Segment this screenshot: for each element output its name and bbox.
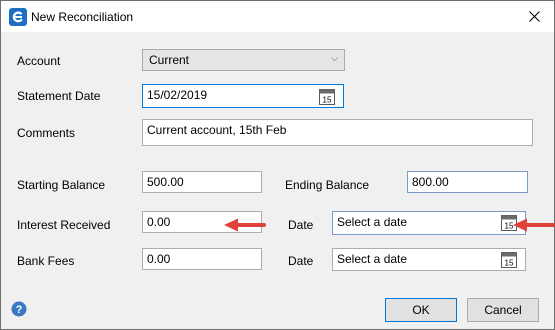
account-dropdown[interactable]: Current ⌵	[142, 49, 345, 71]
interest-date-label: Date	[288, 218, 314, 232]
comments-label: Comments	[17, 126, 76, 140]
close-icon	[528, 10, 540, 22]
comments-value: Current account, 15th Feb	[147, 123, 287, 137]
ending-balance-input[interactable]: 800.00	[407, 171, 528, 193]
svg-text:?: ?	[16, 304, 23, 316]
dialog-window: New Reconciliation Account Current ⌵ Sta…	[0, 0, 555, 330]
cancel-button[interactable]: Cancel	[467, 298, 539, 322]
comments-input[interactable]: Current account, 15th Feb	[142, 119, 533, 146]
close-button[interactable]	[521, 5, 547, 27]
app-logo-icon	[9, 8, 27, 26]
annotation-arrow-left-icon	[513, 218, 555, 232]
starting-balance-label: Starting Balance	[17, 178, 106, 192]
window-title: New Reconciliation	[31, 10, 134, 24]
starting-balance-input[interactable]: 500.00	[142, 171, 262, 193]
ending-balance-value: 800.00	[412, 175, 449, 189]
ok-button[interactable]: OK	[385, 298, 457, 322]
help-icon: ?	[11, 301, 27, 317]
annotation-arrow-left-icon	[224, 218, 266, 232]
title-bar: New Reconciliation	[1, 1, 554, 32]
svg-text:15: 15	[323, 96, 332, 105]
dialog-body: Account Current ⌵ Statement Date 15/02/2…	[1, 32, 555, 329]
statement-date-value: 15/02/2019	[147, 88, 208, 102]
statement-date-input[interactable]: 15/02/2019	[142, 84, 344, 108]
fees-date-input[interactable]: Select a date	[332, 248, 526, 271]
help-button[interactable]: ?	[11, 301, 27, 317]
chevron-down-icon: ⌵	[331, 53, 338, 63]
calendar-icon[interactable]: 15	[501, 251, 517, 268]
statement-date-label: Statement Date	[17, 89, 101, 103]
interest-date-placeholder: Select a date	[337, 215, 408, 229]
fees-date-label: Date	[288, 254, 314, 268]
account-selected-value: Current	[149, 53, 190, 67]
interest-received-label: Interest Received	[17, 218, 111, 232]
starting-balance-value: 500.00	[147, 175, 184, 189]
bank-fees-value: 0.00	[147, 252, 171, 266]
interest-received-value: 0.00	[147, 215, 171, 229]
bank-fees-label: Bank Fees	[17, 254, 75, 268]
account-label: Account	[17, 54, 61, 68]
fees-date-placeholder: Select a date	[337, 252, 408, 266]
svg-text:15: 15	[505, 259, 514, 268]
ending-balance-label: Ending Balance	[285, 178, 370, 192]
bank-fees-input[interactable]: 0.00	[142, 248, 262, 270]
interest-date-input[interactable]: Select a date	[332, 211, 526, 235]
calendar-icon[interactable]: 15	[319, 88, 335, 105]
